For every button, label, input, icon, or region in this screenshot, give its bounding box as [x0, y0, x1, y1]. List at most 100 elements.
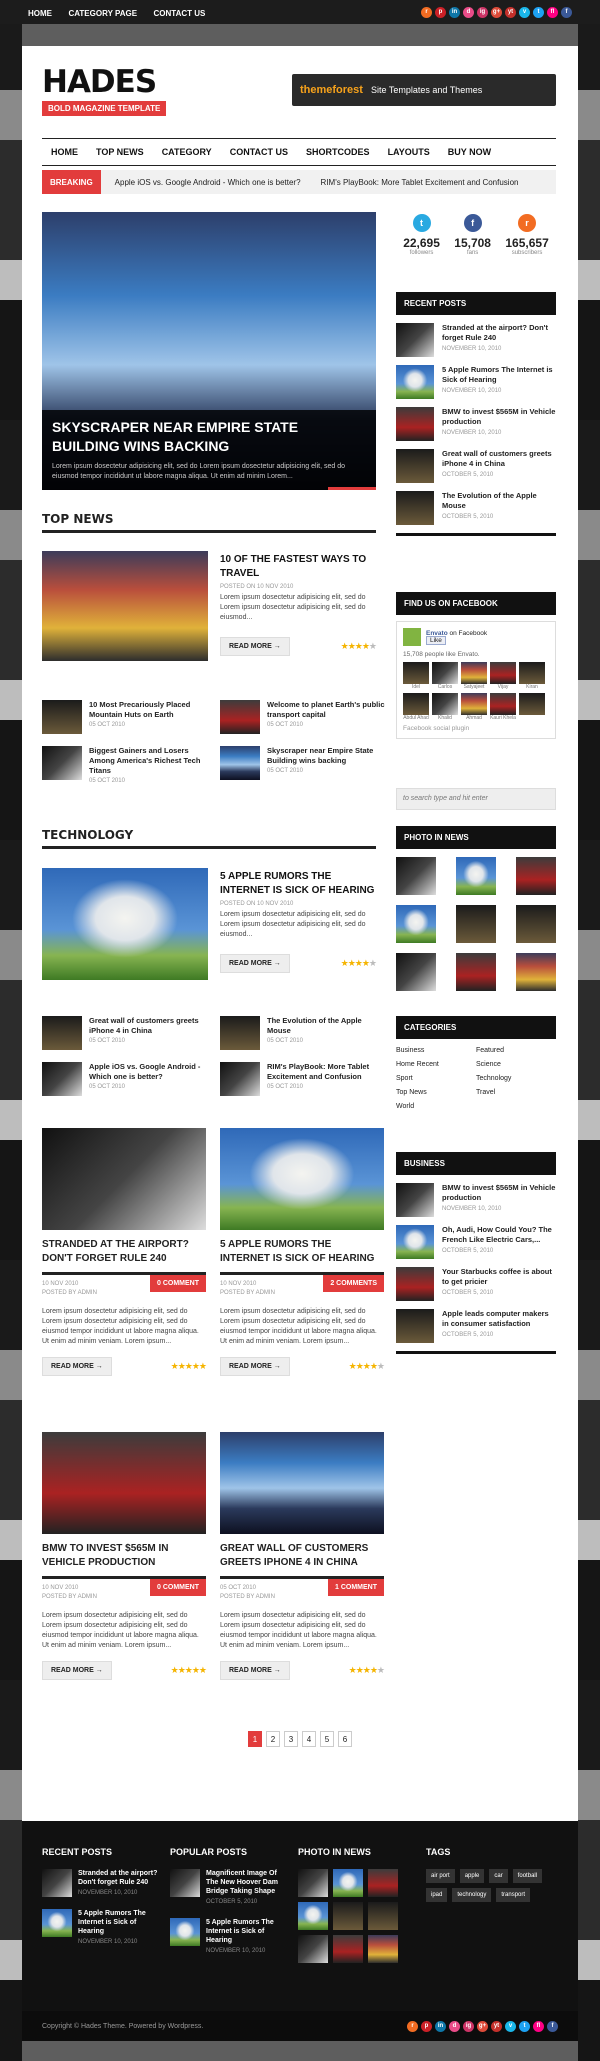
topnav-home[interactable]: HOME: [28, 9, 52, 18]
post-title[interactable]: Apple iOS vs. Google Android - Which one…: [89, 1062, 207, 1082]
photo-thumbnail[interactable]: [456, 905, 496, 943]
tag-link[interactable]: car: [489, 1869, 508, 1883]
photo-thumbnail[interactable]: [396, 905, 436, 943]
list-item[interactable]: Your Starbucks coffee is about to get pr…: [396, 1267, 556, 1301]
counter-twitter[interactable]: t 22,695 followers: [403, 214, 440, 256]
tag-link[interactable]: ipad: [426, 1888, 448, 1902]
instagram-icon[interactable]: ig: [477, 6, 488, 18]
post-title[interactable]: RIM's PlayBook: More Tablet Excitement a…: [267, 1062, 385, 1082]
photo-thumbnail[interactable]: [368, 1935, 398, 1963]
tag-link[interactable]: apple: [459, 1869, 485, 1883]
hero-slide[interactable]: SKYSCRAPER NEAR EMPIRE STATE BUILDING WI…: [42, 212, 376, 490]
photo-thumbnail[interactable]: [298, 1902, 328, 1930]
photo-thumbnail[interactable]: [396, 857, 436, 895]
post-thumbnail[interactable]: [42, 1128, 206, 1230]
envato-logo[interactable]: [403, 628, 421, 646]
site-title[interactable]: HADES: [42, 66, 166, 98]
category-link[interactable]: Travel: [476, 1089, 556, 1096]
photo-thumbnail[interactable]: [516, 857, 556, 895]
technology-feature-image[interactable]: [42, 868, 208, 980]
fb-fan[interactable]: Carlos: [432, 662, 458, 690]
page-4-button[interactable]: 4: [302, 1731, 316, 1747]
post-title[interactable]: Stranded at the airport? Don't forget Ru…: [442, 323, 556, 343]
photo-thumbnail[interactable]: [333, 1869, 363, 1897]
post-title[interactable]: BMW TO INVEST $565M IN VEHICLE PRODUCTIO…: [42, 1542, 206, 1572]
category-link[interactable]: Technology: [476, 1075, 556, 1082]
photo-thumbnail[interactable]: [368, 1869, 398, 1897]
read-more-button[interactable]: READ MORE →: [220, 637, 290, 656]
photo-thumbnail[interactable]: [516, 953, 556, 991]
counter-facebook[interactable]: f 15,708 fans: [454, 214, 491, 256]
vimeo-icon[interactable]: v: [505, 2020, 516, 2032]
post-thumbnail[interactable]: [396, 407, 434, 441]
pinterest-icon[interactable]: p: [421, 2020, 432, 2032]
photo-thumbnail[interactable]: [333, 1935, 363, 1963]
post-thumbnail[interactable]: [220, 1016, 260, 1050]
post-thumbnail[interactable]: [396, 491, 434, 525]
fb-fan[interactable]: Khalid: [432, 693, 458, 721]
post-thumbnail[interactable]: [42, 746, 82, 780]
counter-rss[interactable]: r 165,657 subscribers: [505, 214, 549, 256]
post-title[interactable]: BMW to invest $565M in Vehicle productio…: [442, 407, 556, 427]
list-item[interactable]: Skyscraper near Empire State Building wi…: [220, 746, 385, 780]
post-title[interactable]: 5 APPLE RUMORS THE INTERNET IS SICK OF H…: [220, 1238, 384, 1268]
fb-fan[interactable]: Idel: [403, 662, 429, 690]
instagram-icon[interactable]: ig: [463, 2020, 474, 2032]
photo-thumbnail[interactable]: [456, 857, 496, 895]
post-title[interactable]: 5 Apple Rumors The Internet is Sick of H…: [78, 1909, 162, 1936]
linkedin-icon[interactable]: in: [449, 6, 460, 18]
photo-thumbnail[interactable]: [298, 1869, 328, 1897]
fb-fan[interactable]: Ahmad: [461, 693, 487, 721]
post-thumbnail[interactable]: [42, 1432, 206, 1534]
nav-home[interactable]: HOME: [51, 147, 78, 157]
rss-icon[interactable]: r: [421, 6, 432, 18]
photo-thumbnail[interactable]: [368, 1902, 398, 1930]
twitter-icon[interactable]: t: [519, 2020, 530, 2032]
read-more-button[interactable]: READ MORE →: [220, 1661, 290, 1680]
post-title[interactable]: Skyscraper near Empire State Building wi…: [267, 746, 385, 766]
feature-title[interactable]: 5 APPLE RUMORS THE INTERNET IS SICK OF H…: [220, 870, 376, 898]
post-thumbnail[interactable]: [220, 746, 260, 780]
post-title[interactable]: Magnificent Image Of The New Hoover Dam …: [206, 1869, 290, 1896]
post-thumbnail[interactable]: [42, 1016, 82, 1050]
list-item[interactable]: Oh, Audi, How Could You? The French Like…: [396, 1225, 556, 1259]
read-more-button[interactable]: READ MORE →: [42, 1661, 112, 1680]
post-thumbnail[interactable]: [220, 1432, 384, 1534]
breaking-item[interactable]: Apple iOS vs. Google Android - Which one…: [115, 178, 301, 187]
post-title[interactable]: BMW to invest $565M in Vehicle productio…: [442, 1183, 556, 1203]
facebook-icon[interactable]: f: [561, 6, 572, 18]
category-link[interactable]: Science: [476, 1061, 556, 1068]
search-input[interactable]: to search type and hit enter: [396, 788, 556, 810]
post-thumbnail[interactable]: [396, 1183, 434, 1217]
page-1-button[interactable]: 1: [248, 1731, 262, 1747]
tag-link[interactable]: football: [512, 1869, 543, 1883]
linkedin-icon[interactable]: in: [435, 2020, 446, 2032]
list-item[interactable]: 5 Apple Rumors The Internet is Sick of H…: [396, 365, 556, 399]
post-thumbnail[interactable]: [42, 1869, 72, 1897]
topnav-category-page[interactable]: CATEGORY PAGE: [68, 9, 137, 18]
post-title[interactable]: Welcome to planet Earth's public transpo…: [267, 700, 385, 720]
page-6-button[interactable]: 6: [338, 1731, 352, 1747]
pinterest-icon[interactable]: p: [435, 6, 446, 18]
comment-count-button[interactable]: 1 COMMENT: [328, 1579, 384, 1596]
page-5-button[interactable]: 5: [320, 1731, 334, 1747]
list-item[interactable]: Great wall of customers greets iPhone 4 …: [396, 449, 556, 483]
list-item[interactable]: Magnificent Image Of The New Hoover Dam …: [170, 1869, 290, 1908]
site-logo[interactable]: HADES BOLD MAGAZINE TEMPLATE: [42, 66, 167, 116]
post-title[interactable]: The Evolution of the Apple Mouse: [267, 1016, 385, 1036]
list-item[interactable]: BMW to invest $565M in Vehicle productio…: [396, 1183, 556, 1217]
post-thumbnail[interactable]: [396, 449, 434, 483]
top-news-feature-image[interactable]: [42, 551, 208, 661]
fb-fan[interactable]: Vijay: [490, 662, 516, 690]
tag-link[interactable]: air port: [426, 1869, 455, 1883]
photo-thumbnail[interactable]: [516, 905, 556, 943]
list-item[interactable]: Biggest Gainers and Losers Among America…: [42, 746, 207, 787]
fb-fan[interactable]: Kauri Khela: [490, 693, 516, 721]
photo-thumbnail[interactable]: [456, 953, 496, 991]
tag-link[interactable]: technology: [452, 1888, 492, 1902]
list-item[interactable]: The Evolution of the Apple Mouse 05 OCT 2…: [220, 1016, 385, 1050]
dribbble-icon[interactable]: d: [463, 6, 474, 18]
fb-fan[interactable]: Satyajeet: [461, 662, 487, 690]
flickr-icon[interactable]: fl: [533, 2020, 544, 2032]
youtube-icon[interactable]: yt: [505, 6, 516, 18]
